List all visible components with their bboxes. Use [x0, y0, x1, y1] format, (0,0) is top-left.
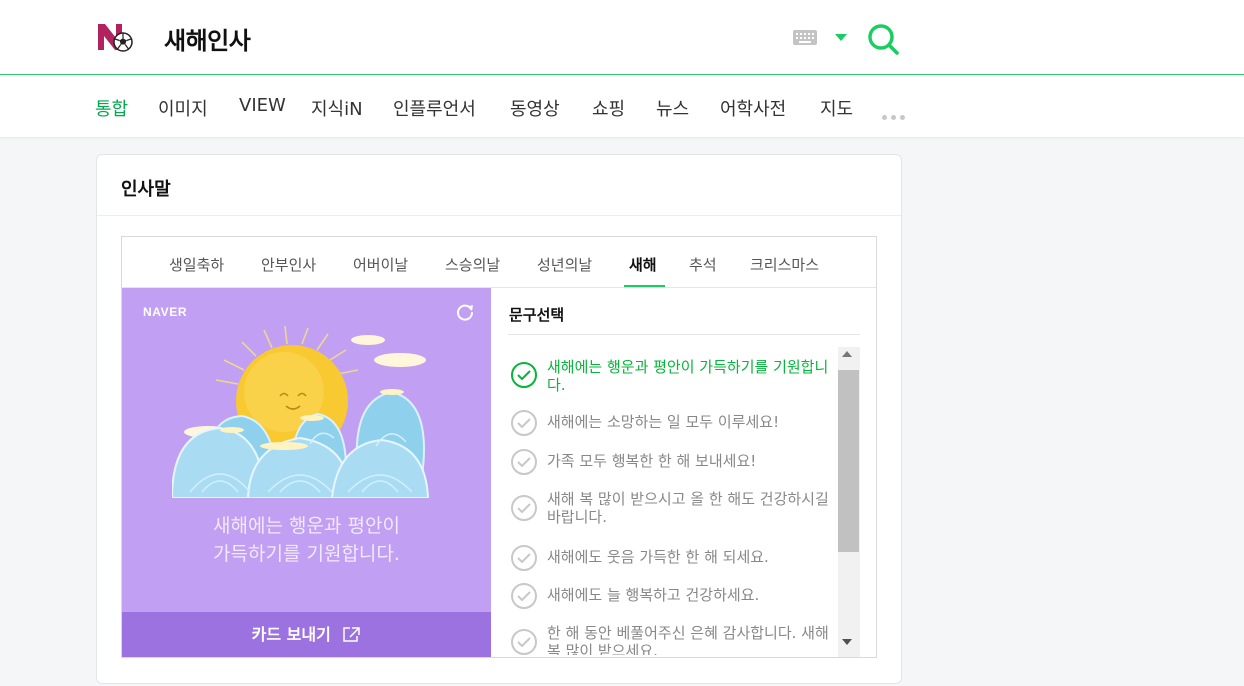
phrase-item[interactable]: 새해에는 행운과 평안이 가득하기를 기원합니다. [508, 358, 838, 396]
send-card-label: 카드 보내기 [251, 625, 331, 644]
phrase-item[interactable]: 새해 복 많이 받으시고 올 한 해도 건강하시길 바랍니다. [508, 490, 838, 528]
tab-teachers-day[interactable]: 스승의날 [445, 254, 500, 275]
tab-birthday[interactable]: 생일축하 [169, 254, 224, 275]
check-circle-icon [511, 410, 537, 436]
tab-regards[interactable]: 안부인사 [261, 254, 316, 275]
divider [97, 215, 901, 216]
phrase-text: 가족 모두 행복한 한 해 보내세요! [547, 452, 757, 470]
active-tab-indicator [624, 285, 665, 287]
tab-christmas[interactable]: 크리스마스 [750, 254, 819, 275]
tab-chuseok[interactable]: 추석 [689, 254, 717, 275]
phrase-item[interactable]: 새해에도 늘 행복하고 건강하세요. [508, 583, 838, 612]
scroll-up-arrow-icon[interactable] [842, 351, 852, 357]
check-circle-icon [511, 583, 537, 609]
check-circle-icon [511, 362, 537, 388]
search-query-text[interactable]: 새해인사 [164, 21, 251, 56]
phrase-item[interactable]: 새해에도 웃음 가득한 한 해 되세요. [508, 545, 838, 574]
sun-and-waves-illustration [172, 326, 430, 498]
share-external-icon [343, 627, 361, 642]
send-card-button[interactable]: 카드 보내기 [122, 612, 491, 657]
check-circle-icon [511, 545, 537, 571]
nav-tab-map[interactable]: 지도 [820, 95, 853, 121]
section-title: 인사말 [121, 179, 171, 200]
phrase-text: 새해에도 웃음 가득한 한 해 되세요. [547, 548, 769, 566]
greeting-widget: 생일축하 안부인사 어버이날 스승의날 성년의날 새해 추석 크리스마스 NAV… [121, 236, 877, 658]
nav-tab-view[interactable]: VIEW [239, 95, 286, 116]
tab-new-year[interactable]: 새해 [629, 254, 657, 275]
card-message: 새해에는 행운과 평안이 가득하기를 기원합니다. [122, 512, 491, 568]
nav-tab-news[interactable]: 뉴스 [656, 95, 689, 121]
phrase-text: 한 해 동안 베풀어주신 은혜 감사합니다. 새해 복 많이 받으세요. [547, 624, 829, 655]
greeting-card-section: 인사말 생일축하 안부인사 어버이날 스승의날 성년의날 새해 추석 크리스마스… [96, 154, 902, 684]
phrase-text: 새해 복 많이 받으시고 올 한 해도 건강하시길 바랍니다. [547, 490, 829, 526]
more-dots-icon[interactable] [882, 105, 909, 124]
nav-tab-kin[interactable]: 지식iN [311, 95, 363, 121]
nav-tab-influencer[interactable]: 인플루언서 [393, 95, 476, 121]
phrase-text: 새해에도 늘 행복하고 건강하세요. [547, 586, 760, 604]
phrase-item[interactable]: 가족 모두 행복한 한 해 보내세요! [508, 449, 838, 478]
search-icon[interactable] [866, 22, 900, 56]
check-circle-icon [511, 449, 537, 475]
tab-parents-day[interactable]: 어버이날 [353, 254, 408, 275]
phrase-text: 새해에는 행운과 평안이 가득하기를 기원합니다. [547, 358, 829, 394]
search-category-nav: 통합 이미지 VIEW 지식iN 인플루언서 동영상 쇼핑 뉴스 어학사전 지도 [0, 75, 1244, 137]
phrase-text: 새해에는 소망하는 일 모두 이루세요! [547, 413, 780, 431]
naver-soccer-logo-icon[interactable] [96, 22, 134, 52]
divider [508, 334, 860, 335]
nav-tab-all[interactable]: 통합 [95, 95, 128, 121]
phrase-select-title: 문구선택 [509, 306, 565, 324]
card-message-line: 새해에는 행운과 평안이 [213, 515, 400, 537]
occasion-tabs: 생일축하 안부인사 어버이날 스승의날 성년의날 새해 추석 크리스마스 [122, 237, 876, 288]
caret-down-icon[interactable] [835, 34, 847, 41]
naver-brand: NAVER [143, 305, 188, 319]
phrase-item[interactable]: 새해에는 소망하는 일 모두 이루세요! [508, 410, 838, 439]
card-preview: NAVER 새해에는 행운과 평안이 가득하기를 기원합니다. 카드 보내기 [122, 288, 491, 657]
scroll-down-arrow-icon[interactable] [842, 639, 852, 645]
scrollbar-thumb[interactable] [838, 370, 859, 552]
card-message-line: 가득하기를 기원합니다. [213, 543, 400, 565]
keyboard-icon[interactable] [793, 30, 817, 45]
nav-tab-images[interactable]: 이미지 [158, 95, 208, 121]
nav-tab-shopping[interactable]: 쇼핑 [592, 95, 625, 121]
nav-tab-dictionary[interactable]: 어학사전 [720, 95, 786, 121]
header: 새해인사 [0, 0, 1244, 75]
phrase-list: 새해에는 행운과 평안이 가득하기를 기원합니다. 새해에는 소망하는 일 모두… [508, 347, 860, 655]
phrase-item[interactable]: 한 해 동안 베풀어주신 은혜 감사합니다. 새해 복 많이 받으세요. [508, 624, 838, 655]
refresh-icon[interactable] [455, 302, 475, 322]
check-circle-icon [511, 495, 537, 521]
check-circle-icon [511, 629, 537, 655]
tab-coming-of-age-day[interactable]: 성년의날 [537, 254, 592, 275]
nav-tab-video[interactable]: 동영상 [510, 95, 560, 121]
